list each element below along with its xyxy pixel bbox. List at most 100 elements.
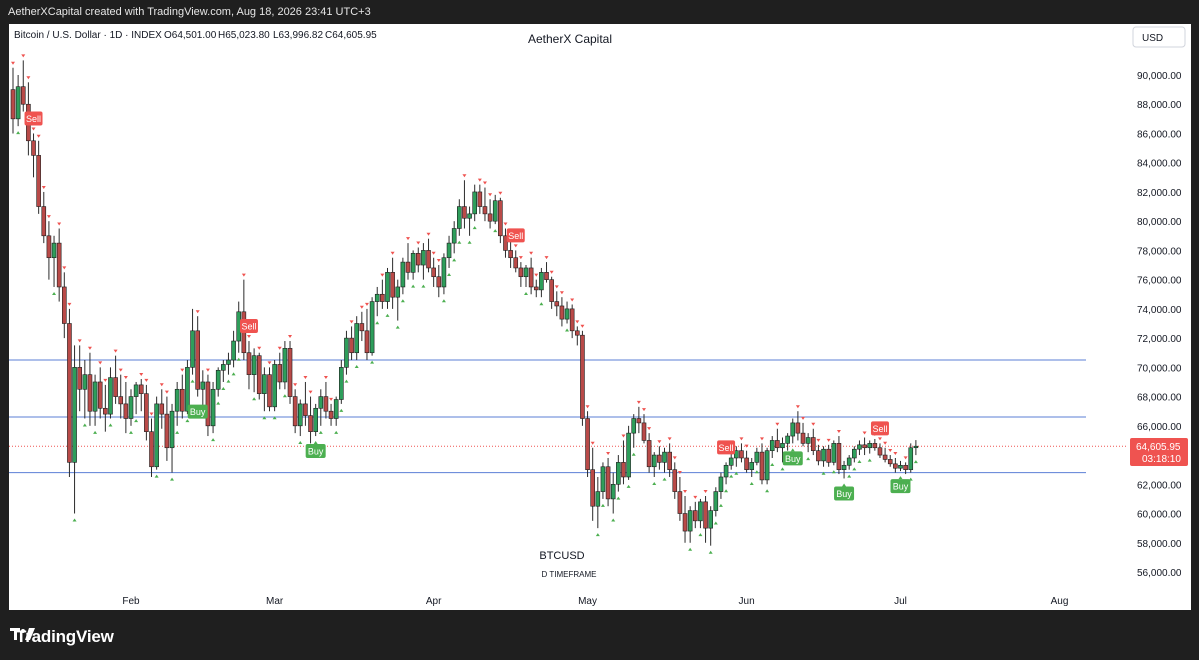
down-marker [641, 408, 646, 412]
candle-body [72, 367, 77, 463]
up-marker [375, 321, 380, 325]
candle-body [544, 272, 549, 280]
candle-body [698, 501, 703, 522]
candle-body [831, 443, 837, 463]
chart-panel[interactable]: Sell Buy Sell Buy Sell Sell Buy Buy Sell Buy Bitc… [9, 24, 1191, 610]
candle [764, 447, 770, 485]
up-marker [913, 460, 918, 464]
candle [908, 443, 914, 473]
candle [154, 396, 159, 470]
up-marker [93, 430, 98, 434]
candle-body [359, 323, 365, 332]
up-marker [565, 328, 570, 332]
candle [492, 194, 498, 225]
candle-body [133, 384, 139, 397]
candle [898, 460, 903, 472]
down-marker [877, 437, 882, 441]
time-axis[interactable]: FebMarAprMayJunJulAugSe [122, 596, 1191, 607]
candle-body [282, 348, 288, 383]
candle-body [426, 250, 431, 269]
candle [605, 457, 611, 507]
down-marker [811, 422, 816, 426]
candle-body [810, 437, 816, 451]
candle [739, 443, 744, 463]
candle-body [600, 466, 606, 492]
down-marker [431, 251, 436, 255]
candle-body [277, 364, 283, 383]
candle [610, 472, 616, 514]
candle-body [318, 396, 324, 409]
candle [831, 440, 837, 466]
up-marker [780, 467, 785, 471]
candle-body [498, 200, 503, 237]
up-marker [298, 441, 303, 445]
down-marker [801, 416, 806, 420]
candle [323, 381, 329, 419]
candle [297, 399, 303, 437]
candle [692, 501, 698, 529]
candle-body [739, 450, 744, 459]
price-axis[interactable]: 90,000.00 88,000.00 86,000.00 84,000.00 82,0… [1137, 71, 1182, 579]
up-marker [790, 448, 795, 452]
candle-body [595, 491, 601, 507]
candle [467, 206, 472, 236]
time-tick-label: May [578, 596, 597, 607]
down-marker [683, 489, 688, 493]
candle [580, 330, 585, 426]
candle-body [61, 286, 67, 324]
candle [138, 379, 144, 412]
candle-body [344, 337, 349, 368]
candle [718, 472, 724, 499]
candle-body [190, 330, 195, 368]
signal-text: Buy [190, 407, 206, 417]
footer: TradingView [0, 610, 1199, 660]
down-marker [308, 390, 313, 394]
candle-body [267, 374, 272, 408]
down-marker [534, 273, 539, 277]
tradingview-logo[interactable]: TradingView [10, 626, 114, 648]
down-marker [488, 193, 493, 197]
buy-signal: Buy [834, 486, 855, 501]
down-marker [759, 437, 764, 441]
down-marker [195, 310, 200, 314]
down-marker [647, 427, 652, 431]
down-marker [118, 368, 123, 372]
up-marker [370, 360, 375, 364]
candle [221, 360, 226, 382]
up-marker [457, 240, 462, 244]
candle-body [10, 89, 16, 120]
candle-body [764, 450, 770, 481]
candle-body [349, 337, 354, 354]
candle [462, 180, 467, 229]
candle [251, 348, 257, 393]
candle [313, 403, 318, 437]
legend-close: C64,605.95 [325, 30, 377, 41]
down-marker [323, 375, 328, 379]
up-marker [395, 325, 400, 329]
price-tick-label: 90,000.00 [1137, 71, 1182, 82]
candle [400, 257, 406, 295]
candlestick-chart[interactable]: Sell Buy Sell Buy Sell Sell Buy Buy Sell Buy Bitc… [9, 24, 1191, 610]
watermark-title: AetherX Capital [528, 32, 612, 46]
candle [672, 462, 678, 499]
down-marker [390, 251, 395, 255]
candle-body [559, 305, 565, 320]
candle-body [354, 323, 360, 354]
up-marker [467, 240, 472, 244]
candle-body [380, 293, 385, 302]
candle [826, 444, 831, 467]
candle [636, 406, 642, 434]
up-marker [852, 467, 857, 471]
down-marker [77, 339, 82, 343]
down-marker [703, 489, 708, 493]
candle-body [867, 443, 873, 449]
candle-body [400, 261, 406, 288]
candle [15, 75, 21, 127]
candle-body [754, 451, 760, 463]
up-marker [154, 474, 159, 478]
candle-body [179, 388, 185, 412]
candle-body [410, 253, 416, 273]
up-marker [724, 489, 729, 493]
up-marker [539, 302, 544, 306]
time-tick-label: Jun [739, 596, 755, 607]
